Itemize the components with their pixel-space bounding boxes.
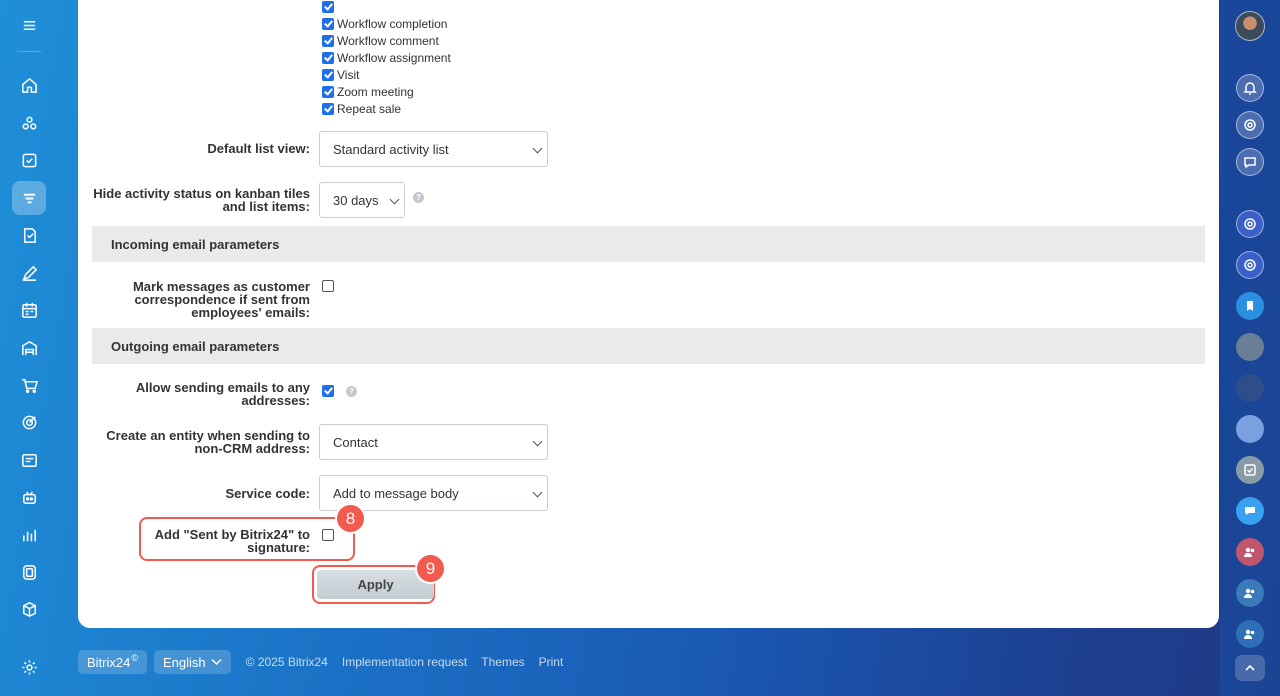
analytics-icon[interactable] bbox=[12, 518, 46, 552]
service-code-label: Service code: bbox=[225, 486, 310, 501]
left-sidebar bbox=[0, 0, 58, 696]
user-avatar[interactable] bbox=[1235, 11, 1265, 41]
activity-type-row[interactable] bbox=[322, 0, 337, 15]
sign-icon[interactable] bbox=[12, 256, 46, 290]
group-chat-icon[interactable] bbox=[1236, 620, 1264, 648]
create-entity-label: Create an entity when sending to non-CRM… bbox=[106, 428, 310, 456]
chat-avatar[interactable] bbox=[1236, 333, 1264, 361]
sent-by-label: Add "Sent by Bitrix24" to signature: bbox=[154, 527, 310, 555]
help-icon[interactable]: ? bbox=[346, 386, 357, 397]
print-link[interactable]: Print bbox=[539, 655, 564, 669]
themes-link[interactable]: Themes bbox=[481, 655, 524, 669]
bell-icon[interactable] bbox=[1236, 74, 1264, 102]
apps-icon[interactable] bbox=[12, 555, 46, 589]
outgoing-email-section-header: Outgoing email parameters bbox=[92, 328, 1205, 364]
booking-icon[interactable] bbox=[12, 293, 46, 327]
activity-type-label: Zoom meeting bbox=[337, 84, 414, 99]
brand-mark: © bbox=[131, 653, 138, 663]
crm-icon[interactable] bbox=[12, 181, 46, 215]
activity-type-label: Workflow completion bbox=[337, 16, 448, 31]
copilot-chat-icon[interactable] bbox=[1236, 251, 1264, 279]
chat-avatar[interactable] bbox=[1236, 415, 1264, 443]
chat-icon[interactable] bbox=[1236, 148, 1264, 176]
default-list-view-select[interactable]: Standard activity list bbox=[319, 131, 548, 167]
activity-type-label: Visit bbox=[337, 67, 360, 82]
task-chat-icon[interactable] bbox=[1236, 456, 1264, 484]
scroll-up-icon[interactable] bbox=[1235, 655, 1265, 681]
activity-type-label: Workflow comment bbox=[337, 33, 439, 48]
group-chat-icon[interactable] bbox=[1236, 538, 1264, 566]
chat-avatar[interactable] bbox=[1236, 374, 1264, 402]
default-list-view-label: Default list view: bbox=[207, 141, 310, 156]
sent-by-checkbox[interactable] bbox=[322, 529, 334, 541]
default-list-view-value: Standard activity list bbox=[333, 141, 449, 157]
brand-label: Bitrix24 bbox=[87, 654, 131, 670]
create-entity-value: Contact bbox=[333, 434, 378, 450]
activity-type-row[interactable]: Visit bbox=[322, 66, 359, 83]
allow-sending-label: Allow sending emails to any addresses: bbox=[135, 380, 310, 408]
allow-sending-checkbox[interactable] bbox=[322, 385, 334, 397]
message-chat-icon[interactable] bbox=[1236, 497, 1264, 525]
activity-type-row[interactable]: Repeat sale bbox=[322, 100, 401, 117]
incoming-email-section-header: Incoming email parameters bbox=[92, 226, 1205, 262]
service-code-value: Add to message body bbox=[333, 485, 459, 501]
automation-icon[interactable] bbox=[12, 480, 46, 514]
implementation-request-link[interactable]: Implementation request bbox=[342, 655, 467, 669]
chevron-down-icon bbox=[532, 487, 543, 498]
mark-messages-label: Mark messages as customer correspondence… bbox=[132, 279, 310, 320]
activity-type-checkbox[interactable] bbox=[322, 0, 334, 13]
help-icon[interactable]: ? bbox=[413, 192, 424, 203]
footer: Bitrix24 © English © 2025 Bitrix24 Implem… bbox=[78, 650, 569, 674]
hide-status-select[interactable]: 30 days bbox=[319, 182, 405, 218]
copilot-chat-icon[interactable] bbox=[1236, 210, 1264, 238]
copilot-icon[interactable] bbox=[1236, 111, 1264, 139]
mark-messages-checkbox[interactable] bbox=[322, 280, 334, 292]
store-icon[interactable] bbox=[12, 331, 46, 365]
create-entity-select[interactable]: Contact bbox=[319, 424, 548, 460]
menu-icon[interactable] bbox=[12, 8, 46, 42]
chevron-down-icon bbox=[532, 436, 543, 447]
language-label: English bbox=[163, 654, 206, 670]
tasks-icon[interactable] bbox=[12, 143, 46, 177]
right-sidebar bbox=[1220, 0, 1280, 696]
box-icon[interactable] bbox=[12, 592, 46, 626]
bookmark-icon[interactable] bbox=[1236, 292, 1264, 320]
activity-type-checkbox[interactable] bbox=[322, 85, 334, 98]
hide-status-label: Hide activity status on kanban tiles and… bbox=[93, 186, 310, 214]
feed-icon[interactable] bbox=[12, 106, 46, 140]
activity-type-label: Workflow assignment bbox=[337, 50, 451, 65]
activity-type-checkbox[interactable] bbox=[322, 17, 334, 30]
copyright: © 2025 Bitrix24 bbox=[245, 655, 328, 669]
activity-type-row[interactable]: Workflow assignment bbox=[322, 49, 451, 66]
chevron-down-icon bbox=[389, 194, 400, 205]
contact-center-icon[interactable] bbox=[12, 443, 46, 477]
docs-icon[interactable] bbox=[12, 218, 46, 252]
home-icon[interactable] bbox=[12, 68, 46, 102]
activity-type-row[interactable]: Workflow comment bbox=[322, 32, 439, 49]
activity-type-checkbox[interactable] bbox=[322, 68, 334, 81]
hide-status-value: 30 days bbox=[333, 192, 379, 208]
marketing-icon[interactable] bbox=[12, 405, 46, 439]
chevron-down-icon bbox=[532, 143, 543, 154]
activity-type-row[interactable]: Workflow completion bbox=[322, 15, 447, 32]
activity-type-checkbox[interactable] bbox=[322, 34, 334, 47]
activity-type-label: Repeat sale bbox=[337, 101, 402, 116]
group-chat-icon[interactable] bbox=[1236, 579, 1264, 607]
step-badge-8: 8 bbox=[335, 503, 366, 534]
activity-type-checkbox[interactable] bbox=[322, 51, 334, 64]
activity-type-row[interactable]: Zoom meeting bbox=[322, 83, 414, 100]
brand-button[interactable]: Bitrix24 © bbox=[78, 650, 147, 674]
language-selector[interactable]: English bbox=[154, 650, 231, 674]
step-badge-9: 9 bbox=[415, 553, 446, 584]
sidebar-divider bbox=[17, 51, 41, 52]
chevron-down-icon bbox=[211, 658, 222, 666]
activity-type-checkbox[interactable] bbox=[322, 102, 334, 115]
shop-icon[interactable] bbox=[12, 368, 46, 402]
crm-settings-panel: Workflow completion Workflow comment Wor… bbox=[78, 0, 1219, 628]
settings-icon[interactable] bbox=[12, 650, 46, 684]
